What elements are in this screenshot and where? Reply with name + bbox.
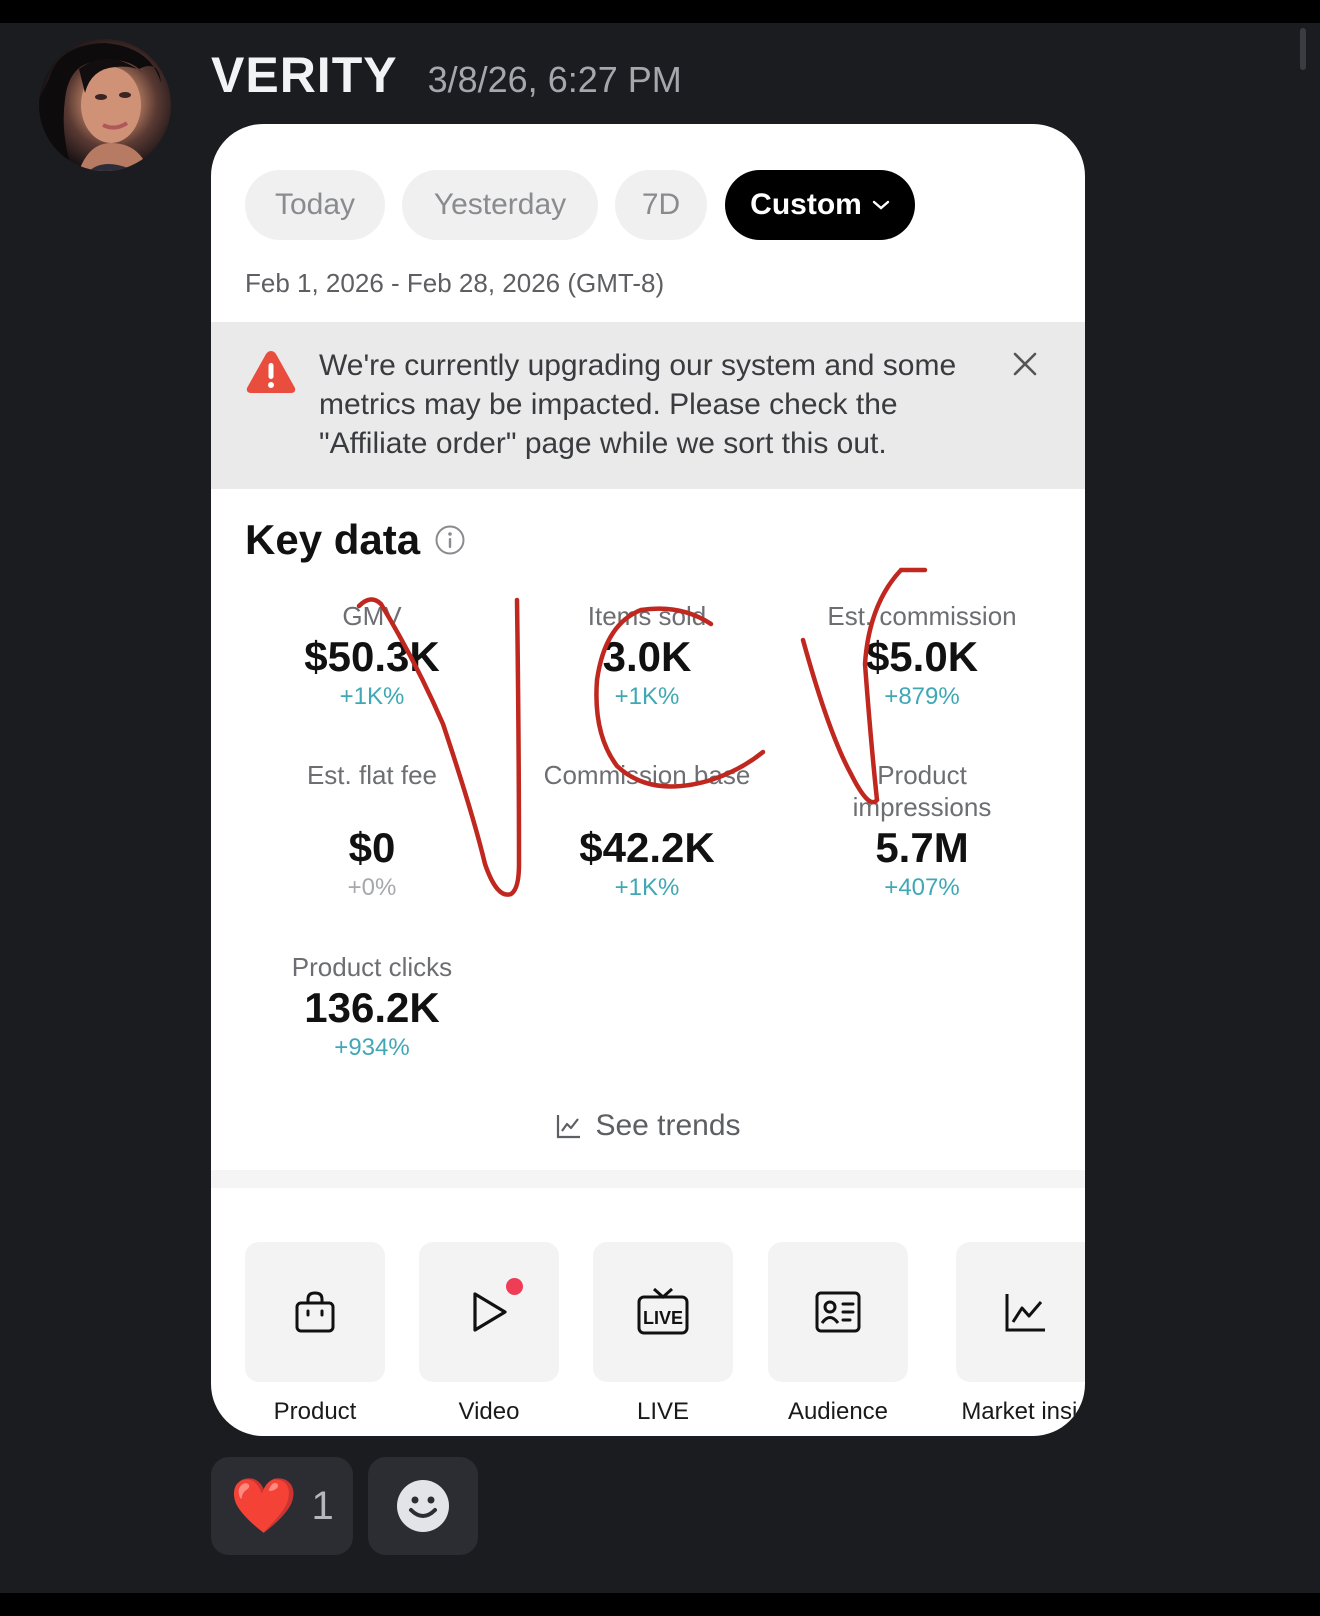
play-icon: [473, 1292, 507, 1332]
metric-label: Product impressions: [852, 760, 992, 822]
reaction-count: 1: [311, 1483, 334, 1528]
metric-gmv[interactable]: GMV $50.3K +1K%: [242, 600, 502, 712]
trend-chart-icon: [557, 1115, 581, 1139]
heart-emoji: ❤️: [230, 1476, 298, 1536]
metric-value: 136.2K: [304, 984, 440, 1031]
key-data-title: Key data: [245, 516, 466, 564]
section-title-text: Key data: [245, 516, 421, 563]
system-warning-banner: We're currently upgrading our system and…: [211, 322, 1085, 489]
metric-value: $50.3K: [304, 633, 440, 680]
bottom-bar: [0, 1593, 1320, 1616]
line-chart-icon: [1005, 1294, 1045, 1332]
notification-dot: [506, 1278, 523, 1295]
tab-label: 7D: [641, 188, 681, 221]
metric-est-commission[interactable]: Est. commission $5.0K +879%: [792, 600, 1052, 712]
metric-delta: +1K%: [614, 874, 680, 901]
reaction-heart[interactable]: ❤️ 1: [211, 1457, 353, 1555]
tool-icon-box: [956, 1242, 1085, 1382]
see-trends-link[interactable]: See trends: [211, 1109, 1085, 1143]
metric-label: Est. flat fee: [306, 760, 438, 790]
metric-delta: +0%: [347, 874, 397, 901]
tab-custom[interactable]: Custom: [725, 170, 915, 240]
metric-value: $5.0K: [865, 633, 979, 680]
metric-delta: +934%: [334, 1034, 410, 1061]
metric-est-flat-fee[interactable]: Est. flat fee $0 +0%: [242, 759, 502, 903]
tab-yesterday[interactable]: Yesterday: [402, 170, 598, 240]
id-card-icon: [815, 1291, 861, 1333]
metric-delta: +407%: [884, 874, 960, 901]
message-timestamp: 3/8/26, 6:27 PM: [427, 59, 682, 100]
metric-label: Commission base: [543, 760, 751, 790]
chevron-down-icon: [872, 200, 890, 210]
metric-commission-base[interactable]: Commission base $42.2K +1K%: [517, 759, 777, 903]
tab-label: Custom: [750, 188, 862, 221]
metric-value: 5.7M: [875, 824, 969, 871]
tool-icon-box: [419, 1242, 559, 1382]
tab-7d[interactable]: 7D: [615, 170, 707, 240]
metric-delta: +1K%: [339, 683, 405, 710]
metric-product-impressions[interactable]: Product impressions 5.7M +407%: [802, 759, 1042, 903]
author-name[interactable]: VERITY: [211, 46, 398, 104]
tool-label: Product: [273, 1398, 357, 1425]
avatar[interactable]: [39, 39, 171, 171]
tool-live[interactable]: LIVE LIVE: [593, 1242, 733, 1426]
metric-delta: +1K%: [614, 683, 680, 710]
metric-value: 3.0K: [602, 633, 692, 680]
tool-label: Market insig: [961, 1398, 1085, 1425]
top-status-bar: [0, 0, 1320, 23]
live-icon-text: LIVE: [643, 1308, 683, 1328]
tool-label: Audience: [787, 1398, 889, 1425]
tool-video[interactable]: Video: [419, 1242, 559, 1426]
metric-items-sold[interactable]: Items sold 3.0K +1K%: [517, 600, 777, 712]
info-icon[interactable]: [434, 524, 466, 556]
metric-label: Product clicks: [291, 952, 453, 982]
metric-label: Est. commission: [827, 601, 1017, 631]
tab-label: Yesterday: [433, 188, 567, 221]
message-header: VERITY 3/8/26, 6:27 PM: [211, 46, 682, 106]
close-icon[interactable]: [1011, 350, 1039, 378]
metric-product-clicks[interactable]: Product clicks 136.2K +934%: [242, 951, 502, 1063]
date-range: Feb 1, 2026 - Feb 28, 2026 (GMT-8): [245, 268, 665, 298]
tool-market-insights[interactable]: Market insig: [956, 1242, 1085, 1426]
tab-today[interactable]: Today: [245, 170, 385, 240]
metric-label: GMV: [342, 601, 402, 631]
tool-label: LIVE: [636, 1398, 690, 1425]
warning-icon: [246, 351, 296, 393]
tool-icon-box: LIVE: [593, 1242, 733, 1382]
smiley-icon: [397, 1480, 449, 1532]
scrollbar-thumb[interactable]: [1300, 28, 1306, 70]
shopping-bag-icon: [295, 1291, 335, 1333]
metric-value: $42.2K: [579, 824, 715, 871]
tool-label: Video: [458, 1398, 520, 1425]
add-reaction-button[interactable]: [368, 1457, 478, 1555]
see-trends-label: See trends: [595, 1109, 741, 1142]
tool-product[interactable]: Product: [245, 1242, 385, 1426]
tool-icon-box: [245, 1242, 385, 1382]
live-tv-icon: LIVE: [637, 1287, 689, 1335]
section-divider: [211, 1170, 1085, 1188]
tool-audience[interactable]: Audience: [768, 1242, 908, 1426]
metric-delta: +879%: [884, 683, 960, 710]
banner-message: We're currently upgrading our system and…: [319, 349, 957, 460]
attached-screenshot[interactable]: Today Yesterday 7D Custom Feb 1, 2026 - …: [211, 124, 1085, 1436]
tab-label: Today: [274, 188, 356, 221]
tool-icon-box: [768, 1242, 908, 1382]
metric-label: Items sold: [587, 601, 707, 631]
metric-value: $0: [348, 824, 396, 871]
avatar-photo: [39, 43, 161, 171]
